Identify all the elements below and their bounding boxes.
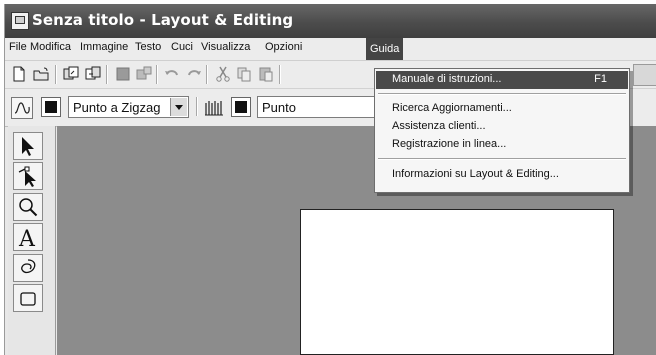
menu-opzioni[interactable]: Opzioni (265, 41, 302, 53)
open-folder-icon[interactable] (32, 65, 50, 83)
tool-palette: A (8, 126, 56, 355)
design-page[interactable] (300, 209, 614, 355)
toolbar-separator (206, 65, 208, 84)
menu-item-manuale[interactable]: Manuale di istruzioni... F1 (376, 71, 628, 89)
menu-visualizza[interactable]: Visualizza (201, 41, 250, 53)
shape-icon[interactable] (13, 254, 43, 282)
toolbar-separator (279, 65, 281, 84)
undo-icon[interactable] (163, 65, 181, 83)
point-edit-icon[interactable] (13, 162, 43, 190)
guida-menu-dropdown: Manuale di istruzioni... F1 Ricerca Aggi… (374, 68, 630, 193)
menu-item-label: Assistenza clienti... (392, 120, 486, 132)
menu-bar: File Modifica Immagine Testo Cuci Visual… (5, 38, 656, 61)
import-icon[interactable] (62, 65, 80, 83)
select-arrow-icon[interactable] (13, 132, 43, 160)
menu-item-label: Informazioni su Layout & Editing... (392, 168, 559, 180)
menu-item-registrazione[interactable]: Registrazione in linea... (376, 136, 628, 154)
toolbar-separator (156, 65, 158, 84)
line-style-icon[interactable] (11, 97, 33, 119)
menu-separator (378, 158, 626, 160)
region-stitch-value: Punto (262, 100, 296, 115)
toolbar-overflow-icon[interactable] (633, 64, 656, 86)
text-tool-glyph: A (18, 227, 36, 249)
image-icon[interactable] (135, 65, 153, 83)
rectangle-icon[interactable] (13, 284, 43, 312)
menu-item-assistenza-clienti[interactable]: Assistenza clienti... (376, 118, 628, 136)
toolbar-separator (55, 65, 57, 84)
window-title: Senza titolo - Layout & Editing (32, 11, 294, 29)
line-stitch-select[interactable]: Punto a Zigzag (68, 96, 189, 118)
menu-guida[interactable]: Guida (366, 38, 404, 60)
menu-item-label: Registrazione in linea... (392, 138, 507, 150)
menu-separator (378, 93, 626, 95)
copy-icon[interactable] (235, 65, 253, 83)
menu-immagine[interactable]: Immagine (80, 41, 128, 53)
menu-modifica[interactable]: Modifica (30, 41, 71, 53)
line-color-swatch[interactable] (41, 97, 61, 117)
redo-icon[interactable] (185, 65, 203, 83)
title-bar[interactable]: Senza titolo - Layout & Editing (5, 4, 656, 38)
cut-icon[interactable] (214, 65, 232, 83)
menu-item-label: Manuale di istruzioni... (392, 73, 502, 85)
new-file-icon[interactable] (10, 65, 28, 83)
menu-cuci[interactable]: Cuci (171, 41, 193, 53)
menu-file[interactable]: File (9, 41, 27, 53)
app-icon[interactable] (11, 12, 29, 30)
region-color-swatch[interactable] (231, 97, 251, 117)
text-icon[interactable]: A (13, 223, 43, 251)
menu-testo[interactable]: Testo (135, 41, 161, 53)
paste-icon[interactable] (257, 65, 275, 83)
menu-item-shortcut: F1 (594, 73, 607, 85)
line-stitch-value: Punto a Zigzag (73, 100, 161, 115)
chevron-down-icon[interactable] (170, 98, 187, 116)
export-icon[interactable] (84, 65, 102, 83)
toolbar-separator (106, 65, 108, 84)
grid-icon[interactable] (114, 65, 132, 83)
region-stitch-select[interactable]: Punto (257, 96, 377, 118)
region-stitch-icon[interactable] (203, 97, 225, 119)
menu-item-ricerca-aggiornamenti[interactable]: Ricerca Aggiornamenti... (376, 100, 628, 118)
menu-item-informazioni[interactable]: Informazioni su Layout & Editing... (376, 166, 628, 184)
zoom-icon[interactable] (13, 193, 43, 221)
menu-item-label: Ricerca Aggiornamenti... (392, 102, 512, 114)
toolbar-separator (196, 97, 198, 116)
